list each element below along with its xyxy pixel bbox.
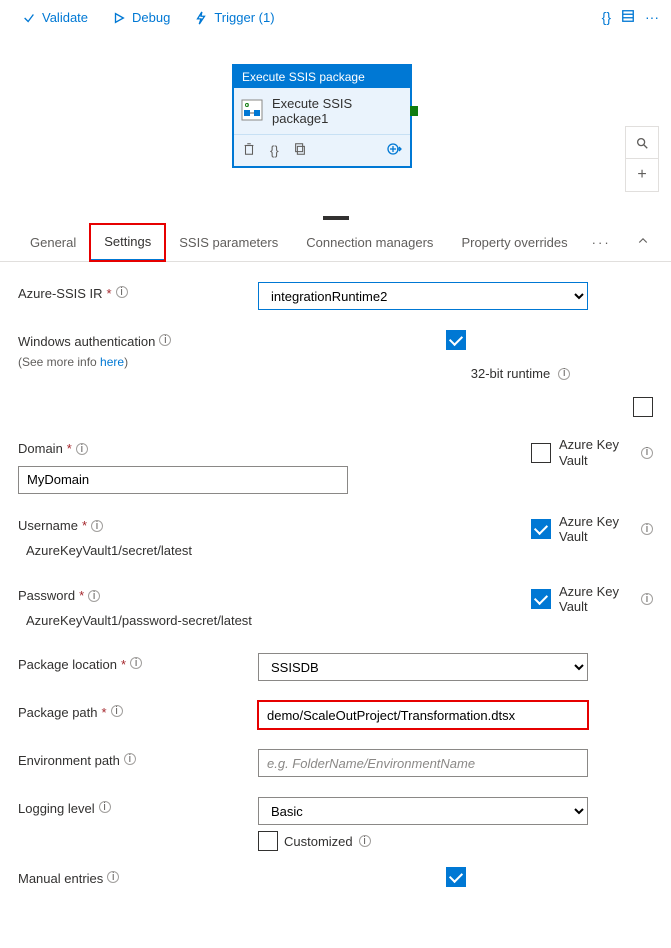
package-path-input[interactable] (258, 701, 588, 729)
domain-akv-checkbox[interactable] (531, 443, 551, 463)
trigger-button[interactable]: Trigger (1) (184, 6, 284, 29)
windows-auth-help-link[interactable]: here (100, 355, 124, 369)
info-icon[interactable]: i (558, 368, 570, 380)
lightning-icon (194, 11, 208, 25)
delete-icon[interactable] (242, 142, 256, 159)
info-icon[interactable]: i (116, 286, 128, 298)
domain-label: Domain (18, 441, 63, 458)
info-icon[interactable]: i (99, 801, 111, 813)
username-akv-checkbox[interactable] (531, 519, 551, 539)
info-icon[interactable]: i (76, 443, 88, 455)
runtime-32bit-label: 32-bit runtime (471, 366, 550, 381)
info-icon[interactable]: i (641, 523, 653, 535)
activity-node[interactable]: Execute SSIS package Execute SSIS packag… (232, 64, 412, 168)
customized-checkbox[interactable] (258, 831, 278, 851)
tab-settings[interactable]: Settings (90, 224, 165, 261)
domain-akv-label: Azure Key Vault (559, 437, 629, 468)
debug-button[interactable]: Debug (102, 6, 180, 29)
pipeline-canvas[interactable]: Execute SSIS package Execute SSIS packag… (0, 36, 671, 216)
more-icon[interactable]: ··· (645, 9, 659, 26)
customized-label: Customized (284, 834, 353, 849)
logging-level-label: Logging level (18, 801, 95, 818)
node-type: Execute SSIS package (234, 66, 410, 88)
info-icon[interactable]: i (91, 520, 103, 532)
tab-property-overrides[interactable]: Property overrides (447, 225, 581, 260)
password-value: AzureKeyVault1/password-secret/latest (18, 609, 260, 634)
add-activity-icon[interactable]: + (626, 159, 658, 191)
panel-resize-handle[interactable] (323, 216, 349, 220)
package-location-select[interactable]: SSISDB (258, 653, 588, 681)
username-akv-label: Azure Key Vault (559, 514, 629, 545)
package-path-label: Package path (18, 705, 98, 722)
info-icon[interactable]: i (130, 657, 142, 669)
runtime-32bit-checkbox[interactable] (633, 397, 653, 417)
info-icon[interactable]: i (159, 334, 171, 346)
password-label: Password (18, 588, 75, 605)
info-icon[interactable]: i (111, 705, 123, 717)
password-akv-label: Azure Key Vault (559, 584, 629, 615)
add-output-icon[interactable] (386, 141, 402, 160)
domain-input[interactable] (18, 466, 348, 494)
checkmark-icon (22, 11, 36, 25)
environment-path-label: Environment path (18, 753, 120, 770)
info-icon[interactable]: i (107, 871, 119, 883)
play-icon (112, 11, 126, 25)
canvas-toolbox: + (625, 126, 659, 192)
output-connector[interactable] (410, 106, 418, 116)
validate-label: Validate (42, 10, 88, 25)
validate-button[interactable]: Validate (12, 6, 98, 29)
windows-auth-checkbox[interactable] (446, 330, 466, 350)
trigger-label: Trigger (1) (214, 10, 274, 25)
info-icon[interactable]: i (641, 447, 653, 459)
tab-ssis-parameters[interactable]: SSIS parameters (165, 225, 292, 260)
braces-icon[interactable]: {} (602, 9, 611, 26)
package-location-label: Package location (18, 657, 117, 674)
toolbar: Validate Debug Trigger (1) {} ··· (0, 0, 671, 36)
required-marker: * (107, 286, 112, 303)
azure-ssis-ir-label: Azure-SSIS IR (18, 286, 103, 303)
package-icon (240, 98, 264, 125)
logging-level-select[interactable]: Basic (258, 797, 588, 825)
properties-tabs: General Settings SSIS parameters Connect… (0, 224, 671, 262)
manual-entries-label: Manual entries (18, 871, 103, 888)
info-icon[interactable]: i (359, 835, 371, 847)
properties-icon[interactable] (621, 9, 635, 26)
manual-entries-checkbox[interactable] (446, 867, 466, 887)
info-icon[interactable]: i (88, 590, 100, 602)
settings-form: Azure-SSIS IR * i integrationRuntime2 Wi… (0, 262, 671, 948)
password-akv-checkbox[interactable] (531, 589, 551, 609)
tab-general[interactable]: General (16, 225, 90, 260)
environment-path-input[interactable] (258, 749, 588, 777)
node-label: Execute SSIS package1 (272, 96, 404, 126)
info-icon[interactable]: i (641, 593, 653, 605)
azure-ssis-ir-select[interactable]: integrationRuntime2 (258, 282, 588, 310)
info-icon[interactable]: i (124, 753, 136, 765)
username-label: Username (18, 518, 78, 535)
code-icon[interactable]: {} (270, 143, 279, 158)
copy-icon[interactable] (293, 142, 307, 159)
search-canvas-icon[interactable] (626, 127, 658, 159)
tabs-overflow[interactable]: ··· (582, 225, 621, 260)
username-value: AzureKeyVault1/secret/latest (18, 539, 200, 564)
debug-label: Debug (132, 10, 170, 25)
tab-connection-managers[interactable]: Connection managers (292, 225, 447, 260)
windows-auth-label: Windows authentication (18, 334, 155, 351)
collapse-panel-icon[interactable] (631, 225, 655, 260)
